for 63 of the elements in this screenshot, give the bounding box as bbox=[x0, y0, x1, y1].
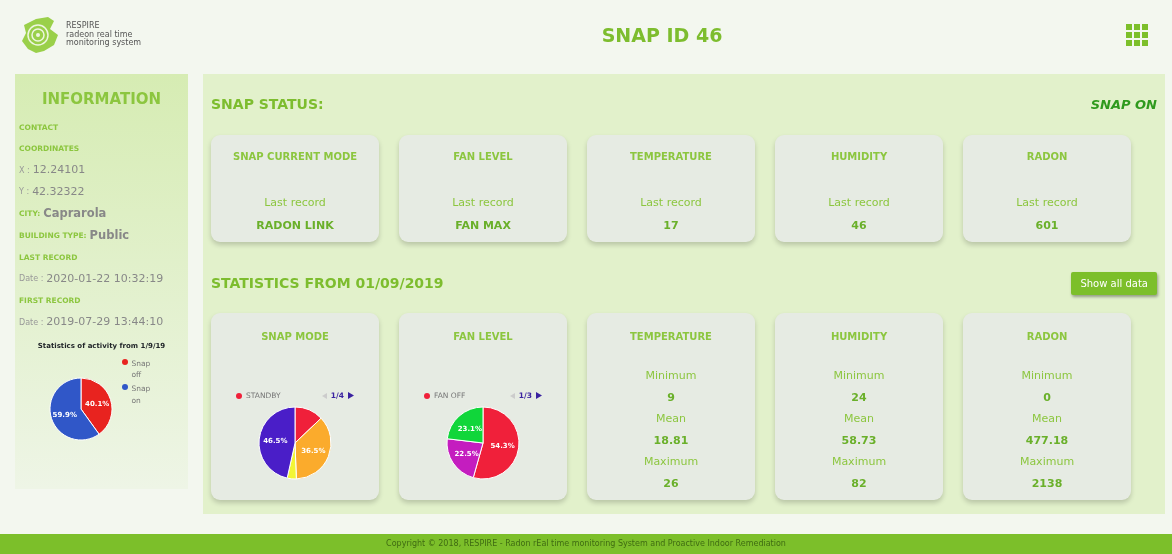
stat-value: 58.73 bbox=[841, 432, 877, 449]
stat-label: Mean bbox=[656, 411, 686, 427]
card-caption: Last record bbox=[452, 195, 514, 211]
field-label: X : bbox=[19, 164, 30, 177]
field-value: 42.32322 bbox=[32, 184, 85, 201]
logo-text: RESPIRE bbox=[66, 22, 100, 31]
stat-label: Minimum bbox=[1021, 368, 1073, 384]
snap-state: SNAP ON bbox=[1090, 95, 1157, 114]
stat-value: 26 bbox=[663, 475, 679, 492]
card-title: HUMIDITY bbox=[830, 330, 888, 344]
field-label: Date : bbox=[19, 273, 44, 286]
next-page-icon[interactable] bbox=[348, 392, 354, 400]
card-value: 601 bbox=[1035, 217, 1059, 234]
card-value: 17 bbox=[663, 217, 679, 234]
card-caption: Last record bbox=[1016, 195, 1078, 211]
card-caption: Last record bbox=[264, 195, 326, 211]
section-title: STATISTICS FROM 01/09/2019 bbox=[211, 274, 444, 293]
stat-value: 9 bbox=[667, 389, 675, 406]
stat-label: Maximum bbox=[831, 454, 887, 470]
stat-label: Mean bbox=[844, 411, 874, 427]
logo-text: radeon real time bbox=[66, 30, 133, 39]
card-title: TEMPERATURE bbox=[630, 150, 712, 164]
card-title: RADON bbox=[1026, 150, 1068, 164]
field-value: 12.24101 bbox=[32, 162, 86, 179]
panel-title: INFORMATION bbox=[40, 89, 163, 110]
previous-page-icon[interactable] bbox=[321, 392, 327, 399]
card-title: RADON bbox=[1026, 330, 1068, 344]
stat-label: Minimum bbox=[645, 368, 697, 384]
stat-value: 82 bbox=[851, 475, 867, 492]
field-label: Y : bbox=[19, 186, 30, 199]
card-title: TEMPERATURE bbox=[630, 330, 712, 344]
card-value: FAN MAX bbox=[455, 217, 511, 234]
section-title: SNAP STATUS: bbox=[211, 95, 324, 114]
card-title: SNAP CURRENT MODE bbox=[232, 150, 358, 164]
stat-label: Mean bbox=[1032, 411, 1062, 427]
field-value: 2019-07-29 13:44:10 bbox=[46, 314, 164, 331]
field-value: 2020-01-22 10:32:19 bbox=[46, 270, 164, 287]
field-value: Public bbox=[89, 227, 130, 245]
card-caption: Last record bbox=[640, 195, 702, 211]
field-value: Caprarola bbox=[43, 205, 107, 223]
stat-value: 24 bbox=[851, 389, 867, 406]
stat-value: 18.81 bbox=[653, 432, 689, 449]
card-title: FAN LEVEL bbox=[453, 150, 513, 164]
stat-label: Minimum bbox=[833, 368, 885, 384]
next-page-icon[interactable] bbox=[536, 392, 542, 400]
card-title: SNAP MODE bbox=[261, 330, 329, 344]
stat-value: 0 bbox=[1043, 389, 1051, 406]
footer-text: Copyright © 2018, RESPIRE - Radon rEal time monitoring System and Proactive Indoor Remediation bbox=[386, 538, 786, 550]
page-title: SNAP ID 46 bbox=[601, 23, 723, 46]
stat-label: Maximum bbox=[1019, 454, 1075, 470]
card-title: HUMIDITY bbox=[830, 150, 888, 164]
stat-label: Maximum bbox=[643, 454, 699, 470]
card-title: FAN LEVEL bbox=[453, 330, 513, 344]
stat-value: 477.18 bbox=[1025, 432, 1069, 449]
card-caption: Last record bbox=[828, 195, 890, 211]
stat-value: 2138 bbox=[1031, 475, 1063, 492]
show-all-data-button[interactable]: Show all data bbox=[1071, 272, 1157, 295]
previous-page-icon[interactable] bbox=[509, 392, 515, 399]
apps-grid-icon[interactable] bbox=[1126, 24, 1148, 46]
card-value: RADON LINK bbox=[256, 217, 334, 234]
logo-text: monitoring system bbox=[66, 39, 142, 48]
card-value: 46 bbox=[851, 217, 867, 234]
field-label: Date : bbox=[19, 316, 44, 329]
